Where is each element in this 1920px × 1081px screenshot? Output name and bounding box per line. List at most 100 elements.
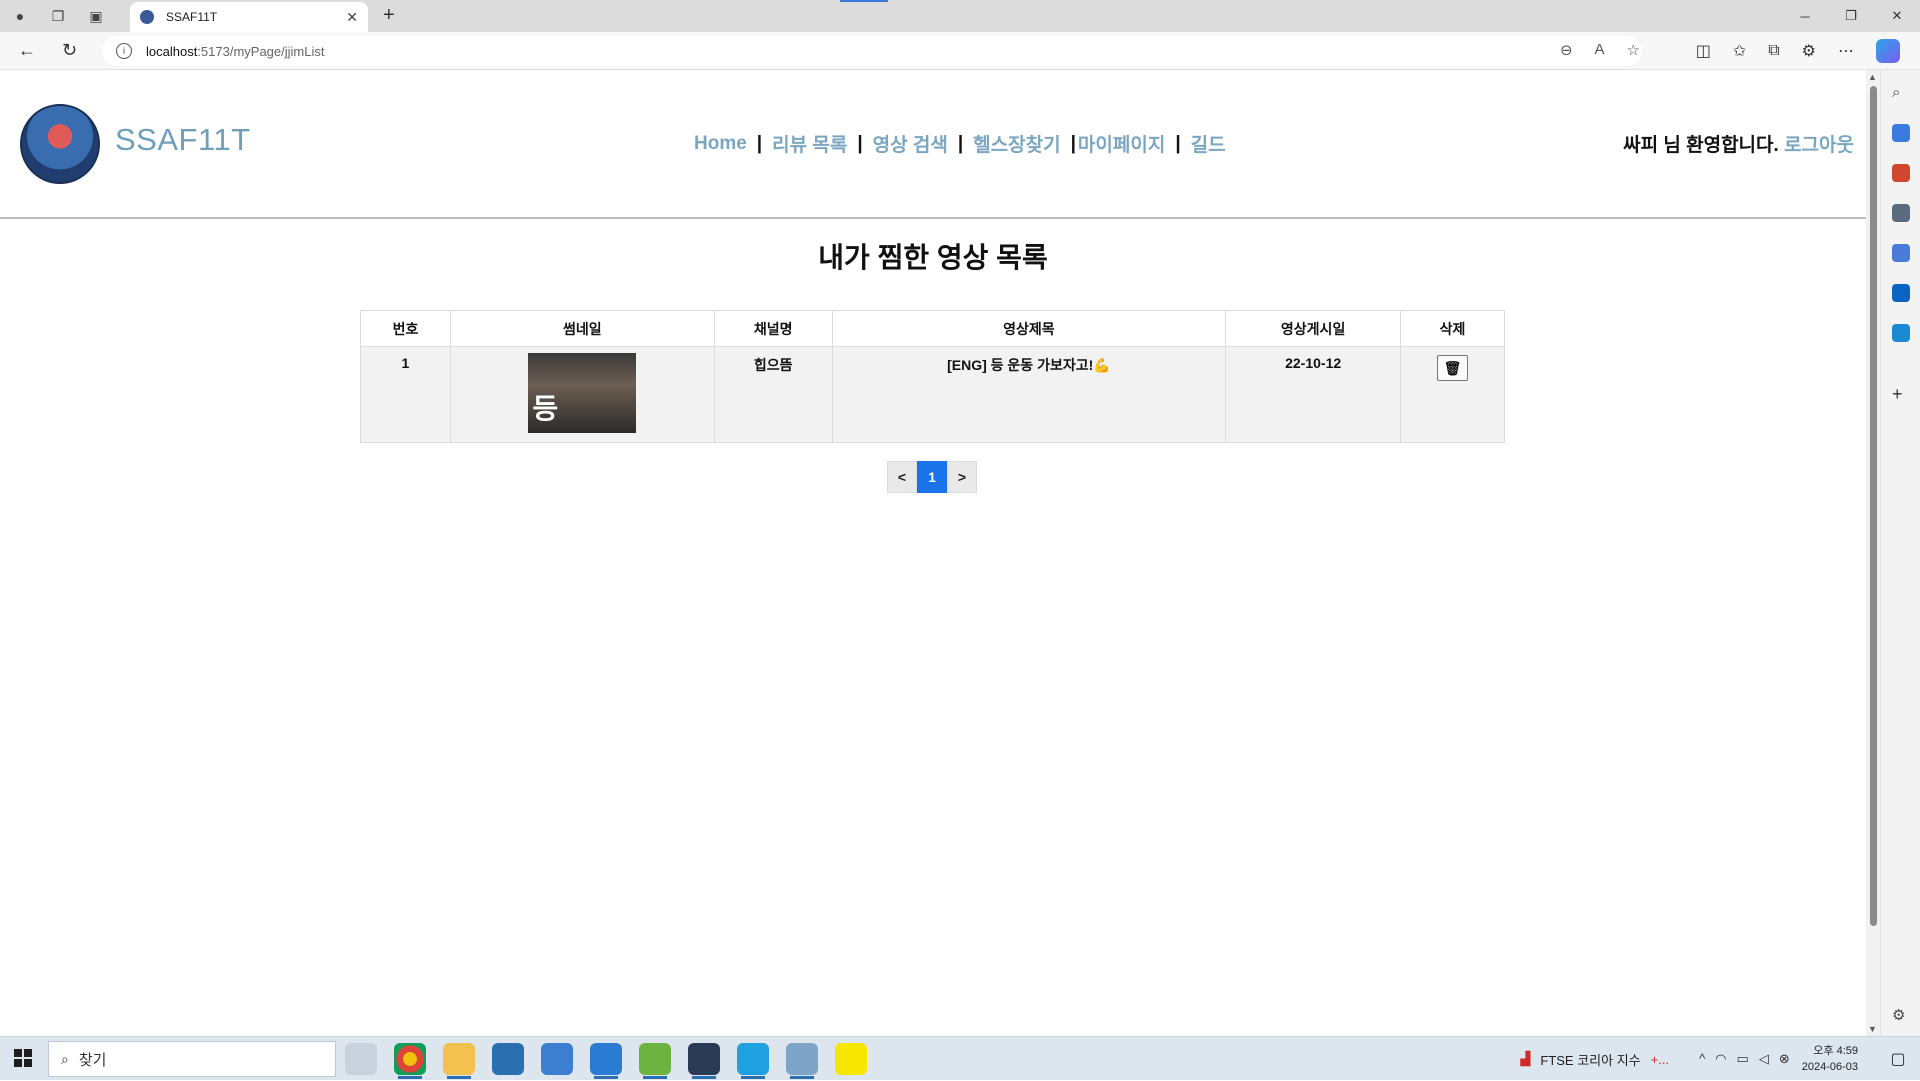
favorite-star-icon[interactable]: ☆ bbox=[1627, 41, 1640, 59]
notification-icon[interactable]: ▢ bbox=[1876, 1037, 1920, 1081]
sidebar-add-icon[interactable]: + bbox=[1892, 384, 1910, 404]
row-date: 22-10-12 bbox=[1225, 346, 1402, 443]
extensions-icon[interactable]: ⚙ bbox=[1802, 41, 1816, 61]
sidebar-search-icon[interactable]: ⌕ bbox=[1892, 84, 1910, 102]
clock[interactable]: 오후 4:59 2024-06-03 bbox=[1802, 1043, 1858, 1075]
task-view-icon[interactable] bbox=[345, 1043, 377, 1075]
profile-icon[interactable]: ● bbox=[10, 6, 30, 26]
mail-icon[interactable] bbox=[541, 1043, 573, 1075]
video-thumbnail[interactable]: 등 bbox=[528, 353, 637, 433]
table-header-row: 번호 썸네일 채널명 영상제목 영상게시일 삭제 bbox=[360, 310, 1505, 347]
prev-page-button[interactable]: < bbox=[887, 461, 917, 493]
scroll-down-icon[interactable]: ▼ bbox=[1868, 1024, 1877, 1034]
page-title: 내가 찜한 영상 목록 bbox=[818, 242, 1048, 273]
site-header: SSAF11T Home | 리뷰 목록 | 영상 검색 | 헬스장찾기 | 마… bbox=[0, 70, 1866, 219]
mysql-workbench-icon[interactable] bbox=[688, 1043, 720, 1079]
vscode-icon[interactable] bbox=[590, 1043, 622, 1079]
minimize-icon[interactable]: ─ bbox=[1782, 0, 1828, 32]
next-page-button[interactable]: > bbox=[947, 461, 977, 493]
new-tab-icon[interactable]: + bbox=[383, 4, 395, 27]
sidebar-outlook-icon[interactable] bbox=[1892, 284, 1910, 302]
row-number: 1 bbox=[360, 346, 451, 443]
scroll-up-icon[interactable]: ▲ bbox=[1868, 72, 1877, 82]
row-delete-cell: 🗑 bbox=[1400, 346, 1505, 443]
ime-icon[interactable]: ⊗ bbox=[1779, 1051, 1790, 1067]
workspaces-icon[interactable]: ❐ bbox=[48, 6, 68, 26]
sidebar-shopping-icon[interactable] bbox=[1892, 124, 1910, 142]
site-info-icon[interactable]: i bbox=[116, 43, 132, 59]
collections-icon[interactable]: ⧉ bbox=[1768, 42, 1779, 60]
nav-guild[interactable]: 길드 bbox=[1191, 130, 1226, 157]
search-icon: ⌕ bbox=[61, 1050, 69, 1067]
main-nav: Home | 리뷰 목록 | 영상 검색 | 헬스장찾기 | 마이페이지 | 길… bbox=[694, 130, 1226, 157]
loading-indicator bbox=[840, 0, 888, 2]
zoom-out-icon[interactable]: ⊖ bbox=[1560, 41, 1573, 59]
nav-mypage[interactable]: 마이페이지 bbox=[1078, 130, 1165, 157]
store-icon[interactable] bbox=[492, 1043, 524, 1075]
back-icon[interactable]: ← bbox=[18, 40, 36, 61]
thumbnail-text: 등 bbox=[532, 393, 559, 424]
tray-chevron-icon[interactable]: ^ bbox=[1699, 1051, 1705, 1067]
stock-widget[interactable]: ▟ FTSE 코리아 지수 +... bbox=[1520, 1050, 1669, 1069]
copilot-icon[interactable] bbox=[1876, 39, 1900, 63]
user-area: 싸피 님 환영합니다. 로그아웃 bbox=[1623, 130, 1854, 157]
browser-tab-bar: ● ❐ ▣ SSAF11T ✕ + ─ ❐ ✕ bbox=[0, 0, 1920, 32]
nav-gym-finder[interactable]: 헬스장찾기 bbox=[973, 130, 1060, 157]
col-date: 영상게시일 bbox=[1225, 310, 1402, 347]
chart-icon: ▟ bbox=[1520, 1051, 1531, 1066]
windows-start-icon[interactable] bbox=[14, 1049, 32, 1067]
favorites-icon[interactable]: ✩ bbox=[1733, 41, 1746, 61]
taskbar-search-input[interactable]: ⌕ 찾기 bbox=[48, 1041, 336, 1077]
network-icon[interactable]: ◠ bbox=[1715, 1051, 1726, 1067]
page-1-button[interactable]: 1 bbox=[917, 461, 947, 493]
url-input[interactable]: i localhost:5173/myPage/jjimList bbox=[102, 36, 1642, 66]
kakaotalk-icon[interactable] bbox=[835, 1043, 867, 1075]
nav-reviews[interactable]: 리뷰 목록 bbox=[772, 130, 847, 157]
address-toolbar: ← ↻ i localhost:5173/myPage/jjimList ⊖ A… bbox=[0, 32, 1920, 70]
table-row[interactable]: 1 등 힙으뜸 [ENG] 등 운동 가보자고!💪 22-10-12 🗑 bbox=[360, 346, 1505, 443]
pagination: < 1 > bbox=[887, 461, 977, 493]
tab-actions-icon[interactable]: ▣ bbox=[86, 6, 106, 26]
site-logo[interactable] bbox=[20, 104, 100, 184]
restore-icon[interactable]: ❐ bbox=[1828, 0, 1874, 32]
stock-label: FTSE 코리아 지수 bbox=[1540, 1052, 1641, 1068]
more-menu-icon[interactable]: ⋯ bbox=[1838, 41, 1854, 61]
battery-icon[interactable]: ▭ bbox=[1737, 1051, 1749, 1067]
notepad-icon[interactable] bbox=[786, 1043, 818, 1079]
close-window-icon[interactable]: ✕ bbox=[1874, 0, 1920, 32]
stock-change: +... bbox=[1650, 1051, 1670, 1067]
refresh-icon[interactable]: ↻ bbox=[62, 40, 77, 61]
brand-name[interactable]: SSAF11T bbox=[115, 122, 251, 158]
file-explorer-icon[interactable] bbox=[443, 1043, 475, 1079]
browser-tab[interactable]: SSAF11T ✕ bbox=[130, 2, 368, 32]
nav-separator: | bbox=[1175, 132, 1181, 154]
nav-home[interactable]: Home bbox=[694, 133, 747, 155]
welcome-text: 싸피 님 환영합니다. bbox=[1623, 135, 1779, 156]
edge-sidebar: ⌕ + ⚙ bbox=[1880, 70, 1920, 1036]
logout-link[interactable]: 로그아웃 bbox=[1784, 135, 1854, 156]
close-tab-icon[interactable]: ✕ bbox=[346, 9, 358, 26]
nav-separator: | bbox=[756, 132, 763, 154]
nav-separator: | bbox=[957, 132, 964, 154]
col-title: 영상제목 bbox=[831, 310, 1227, 347]
sidebar-office-icon[interactable] bbox=[1892, 244, 1910, 262]
read-aloud-icon[interactable]: A bbox=[1595, 41, 1605, 59]
spring-tool-icon[interactable] bbox=[639, 1043, 671, 1079]
sidebar-games-icon[interactable] bbox=[1892, 204, 1910, 222]
chrome-icon[interactable] bbox=[394, 1043, 426, 1079]
sidebar-send-icon[interactable] bbox=[1892, 324, 1910, 342]
edge-icon[interactable] bbox=[737, 1043, 769, 1079]
row-channel: 힙으뜸 bbox=[713, 346, 833, 443]
page-viewport: SSAF11T Home | 리뷰 목록 | 영상 검색 | 헬스장찾기 | 마… bbox=[0, 70, 1880, 1036]
nav-video-search[interactable]: 영상 검색 bbox=[873, 130, 948, 157]
row-title[interactable]: [ENG] 등 운동 가보자고!💪 bbox=[831, 346, 1227, 443]
row-thumbnail-cell: 등 bbox=[449, 346, 715, 443]
sidebar-settings-icon[interactable]: ⚙ bbox=[1892, 1006, 1910, 1024]
tab-title: SSAF11T bbox=[166, 10, 218, 24]
scrollbar-thumb[interactable] bbox=[1870, 86, 1877, 926]
delete-button[interactable]: 🗑 bbox=[1437, 355, 1469, 381]
volume-icon[interactable]: ◁ bbox=[1759, 1051, 1769, 1067]
sidebar-tools-icon[interactable] bbox=[1892, 164, 1910, 182]
split-screen-icon[interactable]: ◫ bbox=[1696, 41, 1711, 61]
page-scrollbar[interactable]: ▲ ▼ bbox=[1866, 70, 1880, 1036]
